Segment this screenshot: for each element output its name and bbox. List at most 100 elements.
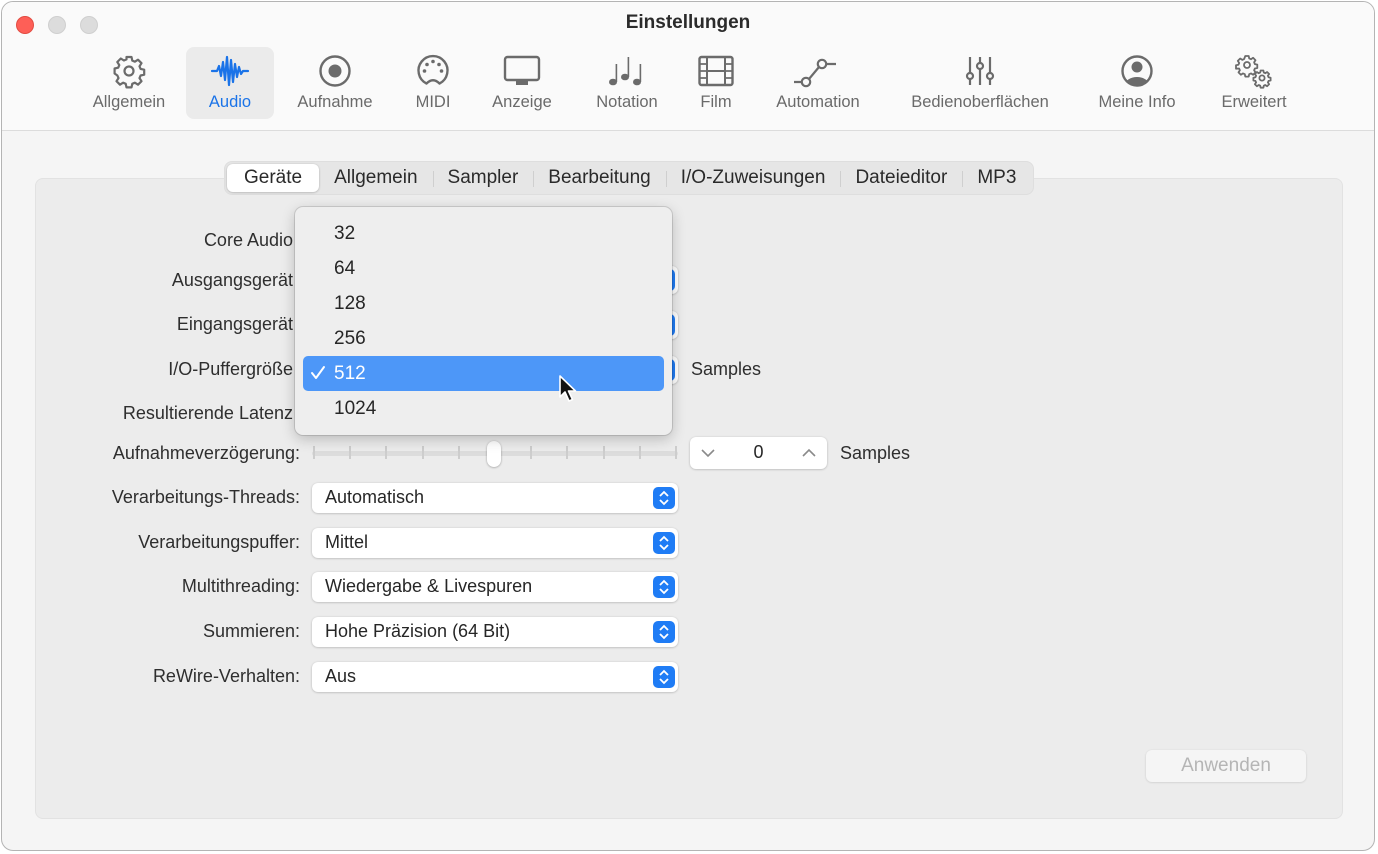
toolbar-item-label: Allgemein	[92, 93, 166, 111]
titlebar: Einstellungen Allgemein Audio Aufnahme M…	[2, 2, 1374, 131]
window-title: Einstellungen	[625, 12, 751, 33]
display-icon	[502, 53, 542, 89]
buffer-size-option-label: 128	[334, 293, 366, 314]
toolbar-item-label: Notation	[596, 93, 658, 111]
toolbar-item-midi[interactable]: MIDI	[402, 47, 464, 119]
tab-dateieditor[interactable]: Dateieditor	[840, 164, 962, 192]
toolbar-item-allgemein[interactable]: Allgemein	[84, 47, 174, 119]
buffer-size-option-label: 64	[334, 258, 356, 279]
toolbar-item-automation[interactable]: Automation	[764, 47, 872, 119]
recording-delay-slider[interactable]	[312, 441, 678, 467]
slider-tick	[457, 446, 460, 459]
slider-tick	[349, 446, 352, 459]
apply-button[interactable]: Anwenden	[1146, 750, 1306, 782]
mouse-pointer-icon	[558, 374, 580, 409]
toolbar-item-bedienoberflaechen[interactable]: Bedienoberflächen	[894, 47, 1066, 119]
automation-curve-icon	[792, 53, 844, 89]
slider-tick	[675, 446, 677, 459]
tab-bar: Geräte Allgemein Sampler Bearbeitung I/O…	[224, 161, 1035, 195]
input-device-label: Eingangsgerät	[176, 314, 293, 334]
buffer-size-option[interactable]: 1024	[303, 391, 664, 426]
processing-threads-value: Automatisch	[325, 487, 425, 507]
toolbar-item-erweitert[interactable]: Erweitert	[1208, 47, 1300, 119]
buffer-size-option[interactable]: 64	[303, 251, 664, 286]
buffer-size-unit: Samples	[691, 359, 762, 379]
rewire-value: Aus	[325, 666, 357, 686]
toolbar-item-label: Aufnahme	[297, 93, 373, 111]
multithreading-label: Multithreading:	[181, 576, 300, 596]
slider-tick	[602, 446, 605, 459]
processing-threads-select[interactable]: Automatisch	[312, 483, 678, 513]
increment-button[interactable]	[799, 445, 819, 461]
recording-delay-stepper: 0	[690, 437, 827, 469]
slider-tick	[421, 446, 424, 459]
buffer-size-menu: 32 64 128 256 512 1024	[295, 207, 672, 435]
stepper-arrows-icon	[653, 621, 675, 643]
stepper-arrows-icon	[653, 666, 675, 688]
gears-icon	[1232, 53, 1276, 89]
buffer-size-option-label: 512	[334, 363, 366, 384]
process-buffer-select[interactable]: Mittel	[312, 528, 678, 558]
toolbar-item-label: Film	[700, 93, 732, 111]
record-icon	[317, 53, 353, 89]
summing-value: Hohe Präzision (64 Bit)	[325, 621, 511, 641]
toolbar-item-meine-info[interactable]: Meine Info	[1086, 47, 1188, 119]
toolbar-item-label: Erweitert	[1221, 93, 1287, 111]
output-device-label: Ausgangsgerät	[171, 270, 293, 290]
rewire-label: ReWire-Verhalten:	[152, 666, 300, 686]
processing-threads-label: Verarbeitungs-Threads:	[111, 487, 300, 507]
slider-tick	[385, 446, 388, 459]
slider-knob[interactable]	[487, 441, 501, 467]
settings-window: Einstellungen Allgemein Audio Aufnahme M…	[1, 1, 1375, 851]
tab-sampler[interactable]: Sampler	[432, 164, 534, 192]
stepper-arrows-icon	[653, 532, 675, 554]
gear-icon	[111, 53, 147, 89]
slider-tick	[566, 446, 569, 459]
toolbar-item-label: Bedienoberflächen	[911, 93, 1049, 111]
buffer-size-option-label: 32	[334, 223, 356, 244]
tab-io-zuweisungen[interactable]: I/O-Zuweisungen	[665, 164, 841, 192]
toolbar-item-film[interactable]: Film	[690, 47, 742, 119]
toolbar-item-audio[interactable]: Audio	[186, 47, 274, 119]
sliders-icon	[962, 53, 998, 89]
checkmark-icon	[309, 364, 327, 387]
latency-label: Resultierende Latenz	[122, 403, 293, 423]
tab-geraete[interactable]: Geräte	[227, 164, 320, 192]
tab-allgemein[interactable]: Allgemein	[319, 164, 432, 192]
multithreading-value: Wiedergabe & Livespuren	[325, 576, 533, 596]
toolbar-item-label: MIDI	[415, 93, 451, 111]
buffer-size-option[interactable]: 256	[303, 321, 664, 356]
toolbar-item-aufnahme[interactable]: Aufnahme	[288, 47, 382, 119]
midi-port-icon	[415, 53, 451, 89]
toolbar-item-label: Meine Info	[1098, 93, 1176, 111]
summing-select[interactable]: Hohe Präzision (64 Bit)	[312, 617, 678, 647]
process-buffer-value: Mittel	[325, 532, 369, 552]
waveform-icon	[210, 53, 250, 89]
stepper-arrows-icon	[653, 576, 675, 598]
person-circle-icon	[1119, 53, 1155, 89]
multithreading-select[interactable]: Wiedergabe & Livespuren	[312, 572, 678, 602]
tab-mp3[interactable]: MP3	[962, 164, 1031, 192]
toolbar-item-notation[interactable]: Notation	[584, 47, 670, 119]
chevron-up-icon	[802, 448, 816, 457]
music-notes-icon	[606, 53, 648, 89]
toolbar-item-anzeige[interactable]: Anzeige	[482, 47, 562, 119]
buffer-size-option-label: 256	[334, 328, 366, 349]
slider-tick	[530, 446, 533, 459]
summing-label: Summieren:	[202, 621, 300, 641]
toolbar-item-label: Anzeige	[492, 93, 552, 111]
buffer-size-option[interactable]: 32	[303, 216, 664, 251]
buffer-size-option[interactable]: 128	[303, 286, 664, 321]
slider-tick	[313, 446, 315, 459]
tab-bearbeitung[interactable]: Bearbeitung	[533, 164, 665, 192]
rewire-select[interactable]: Aus	[312, 662, 678, 692]
recording-delay-label: Aufnahmeverzögerung:	[112, 443, 300, 463]
buffer-size-option[interactable]: 512	[303, 356, 664, 391]
stepper-arrows-icon	[653, 487, 675, 509]
slider-tick	[638, 446, 641, 459]
toolbar-item-label: Automation	[776, 93, 860, 111]
core-audio-label: Core Audio	[203, 230, 293, 250]
toolbar-item-label: Audio	[208, 93, 252, 111]
buffer-size-option-label: 1024	[334, 398, 377, 419]
recording-delay-unit: Samples	[840, 443, 911, 463]
